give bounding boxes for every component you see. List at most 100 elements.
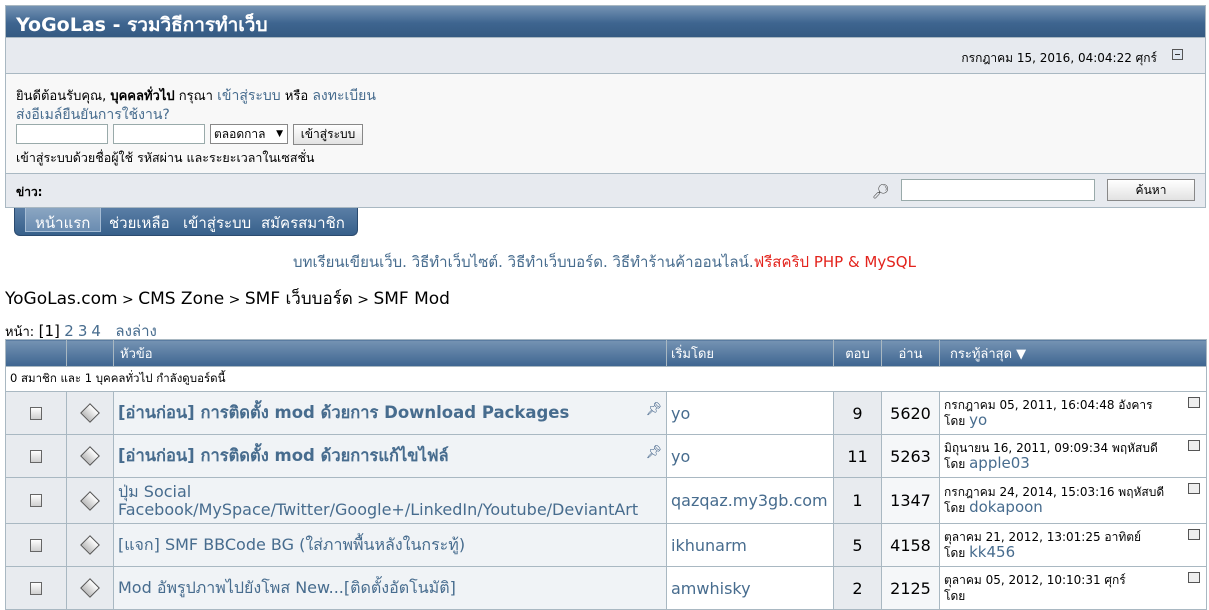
topic-icon-cell bbox=[66, 477, 114, 524]
topic-icon-cell bbox=[66, 566, 114, 610]
topic-subject-cell: 📌︎ [อ่านก่อน] การติดตั้ง mod ด้วยการ Dow… bbox=[113, 391, 667, 435]
last-post-user[interactable]: dokapoon bbox=[969, 498, 1043, 516]
page-link[interactable]: 3 bbox=[78, 322, 88, 340]
slogan-highlight[interactable]: ฟรีสคริป PHP & MySQL bbox=[754, 253, 916, 271]
magnifier-icon: 🔎︎ bbox=[872, 184, 890, 200]
table-row: 📌︎ [อ่านก่อน] การติดตั้ง mod ด้วยการแก้ไ… bbox=[5, 434, 1207, 478]
message-icon bbox=[80, 490, 100, 511]
login-button[interactable]: เข้าสู่ระบบ bbox=[293, 124, 363, 145]
username-input[interactable] bbox=[16, 124, 108, 144]
topic-subject-link[interactable]: [อ่านก่อน] การติดตั้ง mod ด้วยการแก้ไขไฟ… bbox=[118, 446, 449, 465]
breadcrumb-separator: > bbox=[352, 292, 374, 308]
breadcrumb-item[interactable]: YoGoLas.com bbox=[5, 289, 118, 309]
topic-starter-link[interactable]: yo bbox=[671, 404, 690, 423]
news-label: ข่าว: bbox=[16, 185, 43, 199]
topic-replies: 2 bbox=[833, 566, 882, 610]
breadcrumb-item[interactable]: SMF เว็บบอร์ด bbox=[245, 289, 353, 309]
header-replies[interactable]: ตอบ bbox=[833, 339, 882, 367]
pin-icon: 📌︎ bbox=[645, 402, 662, 417]
topic-views: 5620 bbox=[881, 391, 940, 435]
session-length-select[interactable]: ตลอดกาล ▼ bbox=[210, 124, 288, 144]
last-post-user[interactable]: kk456 bbox=[969, 543, 1015, 561]
topic-icon-cell bbox=[66, 434, 114, 478]
last-post-icon[interactable] bbox=[1188, 483, 1200, 494]
topic-subject-link[interactable]: [แจก] SMF BBCode BG (ใส่ภาพพื้นหลังในกระ… bbox=[118, 535, 465, 554]
topic-views: 5263 bbox=[881, 434, 940, 478]
topic-subject-cell: ปุ่ม Social Facebook/MySpace/Twitter/Goo… bbox=[113, 477, 667, 524]
topic-icon-cell bbox=[66, 391, 114, 435]
topic-starter-cell: amwhisky bbox=[666, 566, 834, 610]
menu-item-home[interactable]: หน้าแรก bbox=[35, 211, 90, 235]
collapse-header-icon[interactable] bbox=[1172, 49, 1183, 60]
resend-activation-link[interactable]: ส่งอีเมล์ยืนยันการใช้งาน? bbox=[16, 104, 170, 126]
pin-icon: 📌︎ bbox=[645, 445, 662, 460]
message-icon bbox=[80, 446, 100, 466]
topic-starter-link[interactable]: qazqaz.my3gb.com bbox=[671, 491, 828, 510]
search-button[interactable]: ค้นหา bbox=[1107, 179, 1195, 201]
topic-starter-cell: ikhunarm bbox=[666, 523, 834, 567]
login-hint: เข้าสู่ระบบด้วยชื่อผู้ใช้ รหัสผ่าน และระ… bbox=[16, 150, 315, 165]
table-row: 📌︎ [อ่านก่อน] การติดตั้ง mod ด้วยการ Dow… bbox=[5, 391, 1207, 435]
topic-starter-cell: yo bbox=[666, 434, 834, 478]
topic-starter-link[interactable]: ikhunarm bbox=[671, 536, 747, 555]
topic-subject-link[interactable]: ปุ่ม Social Facebook/MySpace/Twitter/Goo… bbox=[118, 482, 638, 519]
header-views[interactable]: อ่าน bbox=[881, 339, 940, 367]
table-row: [แจก] SMF BBCode BG (ใส่ภาพพื้นหลังในกระ… bbox=[5, 523, 1207, 567]
session-length-value: ตลอดกาล bbox=[214, 127, 266, 141]
header-icon-col bbox=[5, 339, 67, 367]
topic-status-icon bbox=[30, 449, 42, 463]
current-datetime: กรกฎาคม 15, 2016, 04:04:22 ศุกร์ bbox=[961, 51, 1157, 65]
header-last-post[interactable]: กระทู้ล่าสุด ▼ bbox=[939, 339, 1207, 367]
pagination-label: หน้า: bbox=[5, 325, 35, 340]
last-post-cell: ตุลาคม 21, 2012, 13:01:25 อาทิตย์ โดย kk… bbox=[939, 523, 1207, 567]
breadcrumb-separator: > bbox=[224, 292, 245, 308]
last-post-icon[interactable] bbox=[1188, 529, 1200, 540]
dropdown-arrow-icon: ▼ bbox=[276, 129, 283, 139]
page-link[interactable]: 4 bbox=[91, 322, 101, 340]
register-link[interactable]: ลงทะเบียน bbox=[312, 88, 376, 104]
menu-item-login[interactable]: เข้าสู่ระบบ bbox=[183, 211, 251, 235]
password-input[interactable] bbox=[113, 124, 205, 144]
topic-views: 1347 bbox=[881, 477, 940, 524]
or-text: หรือ bbox=[280, 89, 313, 104]
menu-item-register[interactable]: สมัครสมาชิก bbox=[261, 211, 345, 235]
menu-item-help[interactable]: ช่วยเหลือ bbox=[109, 211, 170, 235]
presence-text: 0 สมาชิก และ 1 บุคคลทั่วไป กำลังดูบอร์ดน… bbox=[5, 366, 1207, 392]
topic-starter-cell: qazqaz.my3gb.com bbox=[666, 477, 834, 524]
login-link[interactable]: เข้าสู่ระบบ bbox=[217, 88, 281, 104]
message-icon bbox=[80, 578, 100, 598]
topic-replies: 1 bbox=[833, 477, 882, 524]
search-input[interactable] bbox=[901, 179, 1095, 201]
topic-subject-link[interactable]: [อ่านก่อน] การติดตั้ง mod ด้วยการ Downlo… bbox=[118, 403, 569, 422]
topic-icon-cell bbox=[5, 523, 67, 567]
main-menu: หน้าแรก ช่วยเหลือ เข้าสู่ระบบ สมัครสมาชิ… bbox=[14, 208, 358, 236]
topic-subject-cell: Mod อัพรูปภาพไปยังโพส New...[ติดตั้งอัตโ… bbox=[113, 566, 667, 610]
header-started-by[interactable]: เริ่มโดย bbox=[666, 339, 834, 367]
go-down-link[interactable]: ลงล่าง bbox=[115, 322, 156, 340]
last-post-icon[interactable] bbox=[1188, 397, 1200, 408]
topic-starter-link[interactable]: yo bbox=[671, 447, 690, 466]
topic-replies: 11 bbox=[833, 434, 882, 478]
breadcrumb-item[interactable]: SMF Mod bbox=[373, 289, 450, 309]
topic-subject-link[interactable]: Mod อัพรูปภาพไปยังโพส New...[ติดตั้งอัตโ… bbox=[118, 578, 456, 597]
by-label: โดย bbox=[944, 456, 966, 471]
last-post-cell: ตุลาคม 05, 2012, 10:10:31 ศุกร์ โดย bbox=[939, 566, 1207, 610]
site-slogan: บทเรียนเขียนเว็บ. วิธีทำเว็บไซต์. วิธีทำ… bbox=[0, 250, 1209, 274]
last-post-icon[interactable] bbox=[1188, 440, 1200, 451]
header-icon-col bbox=[66, 339, 114, 367]
page-link[interactable]: 2 bbox=[64, 322, 74, 340]
topic-replies: 9 bbox=[833, 391, 882, 435]
header-subject[interactable]: หัวข้อ bbox=[113, 339, 667, 367]
topic-subject-cell: [แจก] SMF BBCode BG (ใส่ภาพพื้นหลังในกระ… bbox=[113, 523, 667, 567]
last-post-icon[interactable] bbox=[1188, 572, 1200, 583]
date-bar: กรกฎาคม 15, 2016, 04:04:22 ศุกร์ bbox=[5, 38, 1206, 74]
topic-starter-link[interactable]: amwhisky bbox=[671, 579, 751, 598]
breadcrumb-item[interactable]: CMS Zone bbox=[138, 289, 224, 309]
topic-status-icon bbox=[30, 494, 42, 507]
last-post-cell: มิถุนายน 16, 2011, 09:09:34 พฤหัสบดี โดย… bbox=[939, 434, 1207, 478]
last-post-user[interactable]: apple03 bbox=[969, 454, 1030, 472]
topic-status-icon bbox=[30, 538, 42, 552]
topic-icon-cell bbox=[5, 434, 67, 478]
last-post-user[interactable]: yo bbox=[969, 411, 987, 429]
site-title: YoGoLas - รวมวิธีการทำเว็บ bbox=[16, 14, 268, 36]
